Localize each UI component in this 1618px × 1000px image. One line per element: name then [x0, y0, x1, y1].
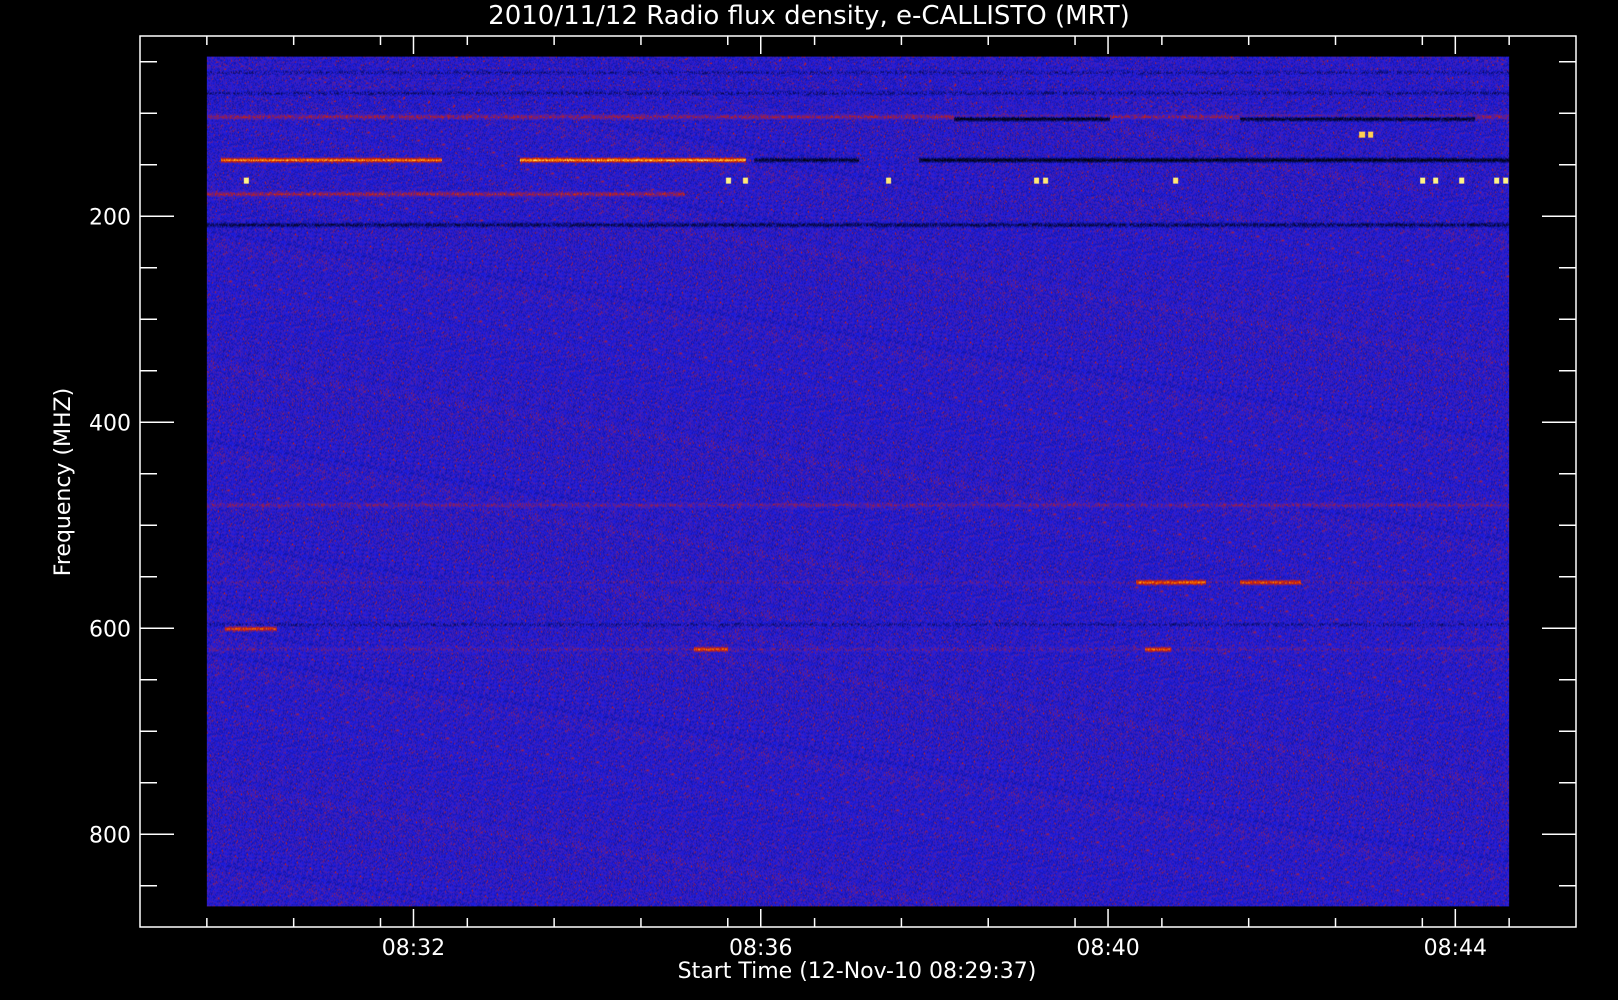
y-tick-label: 800: [89, 823, 131, 848]
y-tick-label: 600: [89, 617, 131, 642]
x-tick-label: 08:32: [382, 936, 445, 961]
spectrogram-heatmap: [206, 56, 1510, 907]
y-tick-label: 400: [89, 411, 131, 436]
spectrogram-figure: 2010/11/12 Radio flux density, e-CALLIST…: [0, 0, 1618, 1000]
chart-title: 2010/11/12 Radio flux density, e-CALLIST…: [488, 1, 1130, 31]
x-tick-label: 08:36: [729, 936, 792, 961]
x-tick-label: 08:40: [1076, 936, 1139, 961]
plot-area: [139, 35, 1577, 928]
y-axis-label: Frequency (MHZ): [51, 388, 76, 576]
x-tick-label: 08:44: [1424, 936, 1487, 961]
y-tick-label: 200: [89, 205, 131, 230]
x-axis-label: Start Time (12-Nov-10 08:29:37): [678, 959, 1037, 984]
